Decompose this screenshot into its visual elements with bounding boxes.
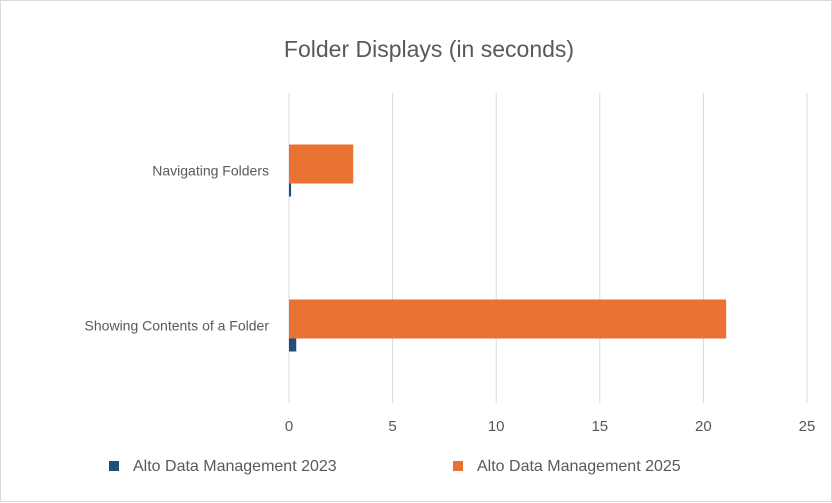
legend-label: Alto Data Management 2025 (477, 458, 681, 475)
x-axis-ticks: 0 5 10 15 20 25 (285, 418, 816, 435)
category-label: Navigating Folders (152, 163, 269, 179)
bars (289, 144, 727, 352)
bar-chart: Folder Displays (in seconds) 0 5 10 15 20 25 … (85, 36, 816, 475)
x-tick-label: 25 (799, 418, 816, 435)
chart-frame: Folder Displays (in seconds) 0 5 10 15 20 25 … (0, 0, 832, 502)
legend-swatch (109, 461, 119, 471)
chart-title: Folder Displays (in seconds) (284, 36, 574, 62)
legend: Alto Data Management 2023 Alto Data Manag… (109, 458, 681, 475)
bar-2025 (289, 299, 727, 339)
x-tick-label: 15 (591, 418, 608, 435)
bar-2023 (289, 338, 297, 352)
x-tick-label: 0 (285, 418, 293, 435)
bar-2023 (289, 183, 292, 197)
x-tick-label: 20 (695, 418, 712, 435)
gridlines (288, 93, 808, 403)
legend-swatch (453, 461, 463, 471)
legend-label: Alto Data Management 2023 (133, 458, 337, 475)
x-tick-label: 5 (388, 418, 396, 435)
x-tick-label: 10 (488, 418, 505, 435)
category-labels: Navigating Folders Showing Contents of a … (85, 163, 270, 334)
category-label: Showing Contents of a Folder (85, 318, 270, 334)
bar-2025 (289, 144, 354, 184)
